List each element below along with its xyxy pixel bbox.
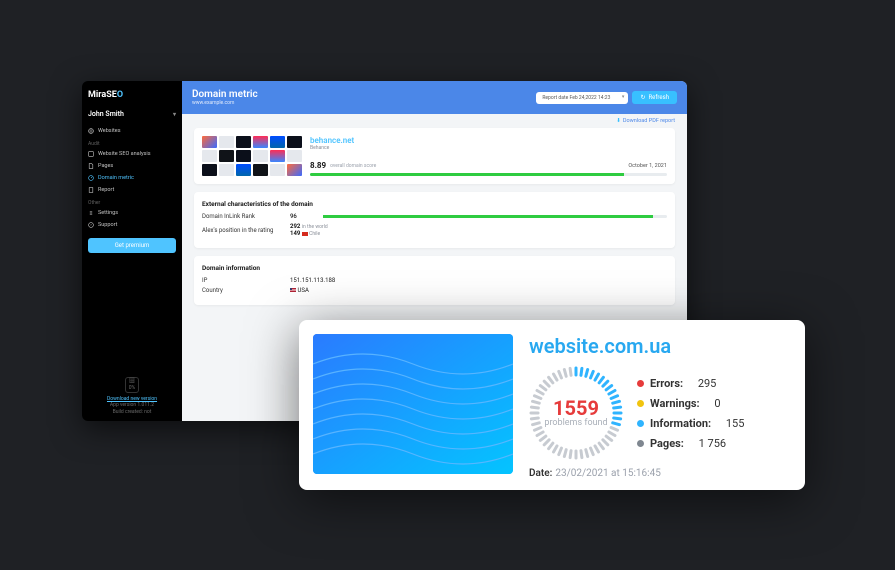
sidebar-item-label: Website SEO analysis <box>98 151 151 157</box>
problems-gauge: 1559 problems found <box>529 366 623 460</box>
user-menu[interactable]: John Smith ▾ <box>88 110 176 118</box>
stats-list: Errors: 295 Warnings: 0 Information: 155… <box>637 377 744 450</box>
sidebar-item-report[interactable]: Report <box>88 184 176 196</box>
support-icon: ? <box>88 222 94 228</box>
refresh-icon: ↻ <box>640 94 645 101</box>
sidebar-item-seo-analysis[interactable]: Website SEO analysis <box>88 148 176 160</box>
page-subtitle: www.example.com <box>192 100 258 106</box>
brand-logo: MiraSEO <box>88 90 176 100</box>
build-created: Build created: not <box>88 409 176 416</box>
report-icon <box>88 187 94 193</box>
card-title: External characteristics of the domain <box>202 200 667 208</box>
page-title: Domain metric <box>192 89 258 100</box>
overall-score-label: overall domain score <box>330 163 624 169</box>
report-date-select[interactable]: Report date Feb 24,2022 14:23 <box>536 92 628 104</box>
card-title: Domain information <box>202 264 667 272</box>
page-header: Domain metric www.example.com Report dat… <box>182 81 687 114</box>
pages-icon <box>88 163 94 169</box>
dot-warning-icon <box>637 400 644 407</box>
overall-score-date: October 1, 2021 <box>628 163 667 169</box>
chevron-down-icon: ▾ <box>173 111 176 118</box>
sidebar-item-label: Support <box>98 222 117 228</box>
metric-icon <box>88 175 94 181</box>
report-date: Date:23/02/2021 at 15:16:45 <box>529 468 791 479</box>
sidebar-item-label: Report <box>98 187 114 193</box>
overall-score-bar <box>310 173 667 176</box>
flag-usa-icon <box>290 288 296 292</box>
flag-chile-icon <box>302 232 308 236</box>
svg-text:?: ? <box>90 223 92 227</box>
domain-link[interactable]: behance.net <box>310 136 667 145</box>
site-thumbnail <box>313 334 513 474</box>
stat-pages: Pages: 1 756 <box>637 437 744 450</box>
table-row: IP 151.151.113.188 <box>202 277 667 284</box>
table-row: Alex's position in the rating 292 in the… <box>202 223 667 237</box>
sidebar: MiraSEO John Smith ▾ Websites Audit Webs… <box>82 81 182 421</box>
globe-icon <box>88 128 94 134</box>
dot-info-icon <box>637 420 644 427</box>
sidebar-item-label: Domain metric <box>98 175 134 181</box>
analysis-icon <box>88 151 94 157</box>
refresh-label: Refresh <box>648 94 669 101</box>
stat-warnings: Warnings: 0 <box>637 397 744 410</box>
download-icon: ⬇ <box>616 118 621 124</box>
sidebar-group-label: Other <box>88 196 176 207</box>
overview-card: behance.net Behance 8.89 overall domain … <box>194 128 675 184</box>
sidebar-item-label: Settings <box>98 210 118 216</box>
table-row: Domain InLink Rank 96 <box>202 213 667 220</box>
dot-pages-icon <box>637 440 644 447</box>
sidebar-item-support[interactable]: ? Support <box>88 219 176 231</box>
summary-overlay-card: website.com.ua 1559 problems found Error… <box>299 320 805 490</box>
sidebar-item-pages[interactable]: Pages <box>88 160 176 172</box>
domain-source: Behance <box>310 145 667 151</box>
settings-icon <box>88 210 94 216</box>
refresh-button[interactable]: ↻ Refresh <box>632 91 677 104</box>
screenshot-thumbnails <box>202 136 302 176</box>
dot-error-icon <box>637 380 644 387</box>
sidebar-item-label: Pages <box>98 163 113 169</box>
table-row: Country USA <box>202 287 667 294</box>
storage-indicator: 🗄 0% <box>125 377 139 393</box>
sidebar-item-settings[interactable]: Settings <box>88 207 176 219</box>
user-name: John Smith <box>88 110 124 118</box>
overall-score-value: 8.89 <box>310 161 326 170</box>
sidebar-footer: 🗄 0% Download new version App version 1.… <box>88 377 176 416</box>
download-pdf-link[interactable]: ⬇Download PDF report <box>182 114 687 128</box>
inlink-rank-bar <box>323 215 667 218</box>
gauge-value: 1559 <box>553 398 599 418</box>
get-premium-button[interactable]: Get premium <box>88 238 176 253</box>
sidebar-group-label: Audit <box>88 137 176 148</box>
overlay-domain[interactable]: website.com.ua <box>529 334 791 358</box>
domain-info-card: Domain information IP 151.151.113.188 Co… <box>194 256 675 305</box>
stat-information: Information: 155 <box>637 417 744 430</box>
gauge-label: problems found <box>544 418 607 428</box>
characteristics-card: External characteristics of the domain D… <box>194 192 675 248</box>
sidebar-item-domain-metric[interactable]: Domain metric <box>88 172 176 184</box>
stat-errors: Errors: 295 <box>637 377 744 390</box>
sidebar-item-label: Websites <box>98 128 121 134</box>
sidebar-item-websites[interactable]: Websites <box>88 125 176 137</box>
